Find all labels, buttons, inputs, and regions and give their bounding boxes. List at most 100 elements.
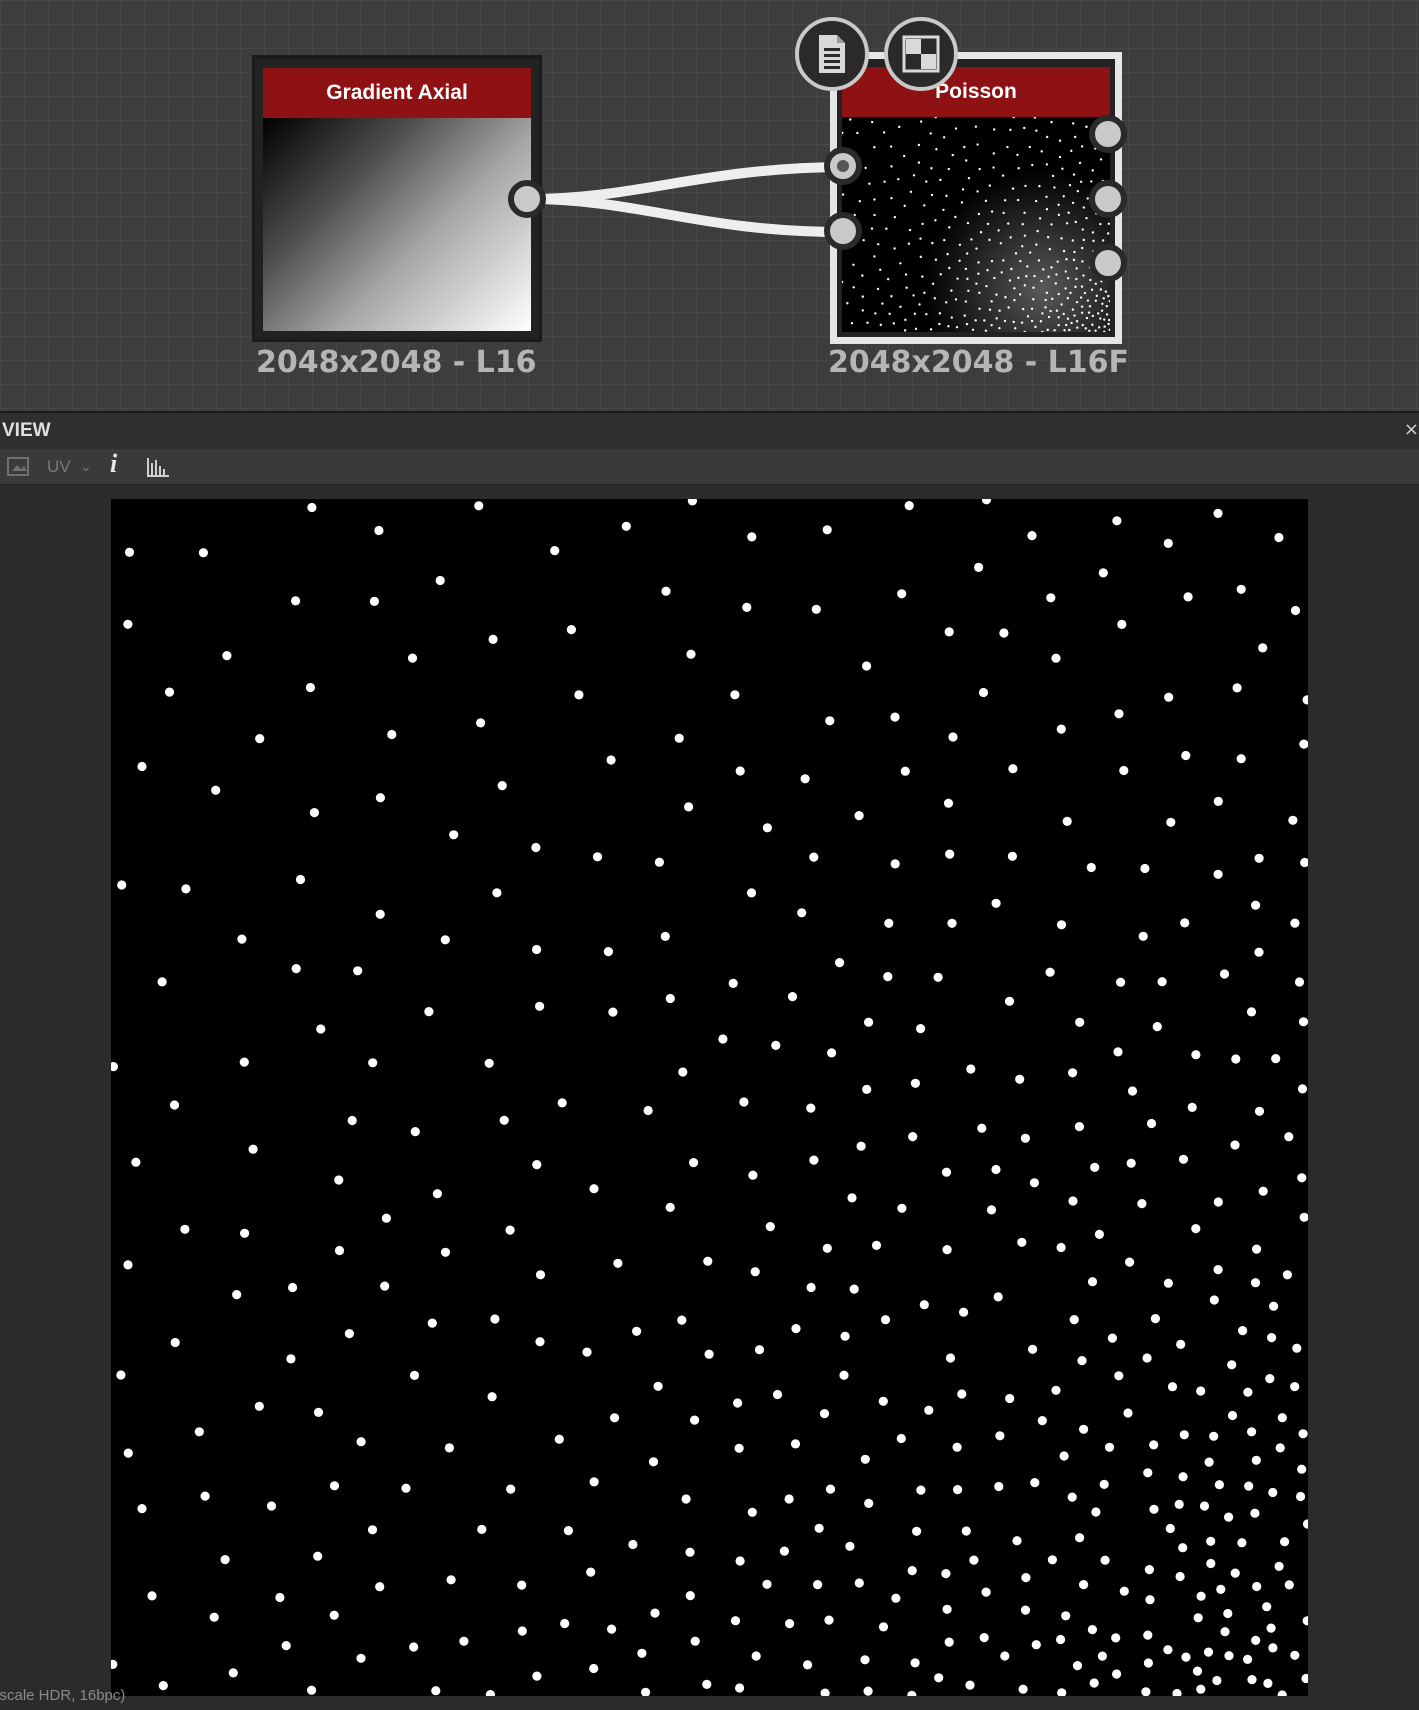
sample-dot bbox=[1247, 1427, 1257, 1437]
sample-dot bbox=[1231, 1054, 1241, 1064]
document-badge[interactable] bbox=[795, 17, 869, 91]
sample-dot bbox=[1152, 1022, 1162, 1032]
sample-dot bbox=[1119, 765, 1129, 776]
sample-dot bbox=[170, 1337, 180, 1348]
sample-dot bbox=[1073, 314, 1076, 317]
sample-dot bbox=[1004, 296, 1007, 299]
info-icon[interactable]: i bbox=[110, 451, 117, 477]
sample-dot bbox=[873, 213, 876, 217]
sample-dot bbox=[1080, 311, 1084, 315]
sample-dot bbox=[1290, 918, 1300, 928]
sample-dot bbox=[1192, 1666, 1203, 1676]
sample-dot bbox=[1238, 1326, 1248, 1336]
sample-dot bbox=[309, 808, 319, 818]
sample-dot bbox=[999, 242, 1003, 245]
sample-dot bbox=[1055, 273, 1058, 276]
sample-dot bbox=[964, 267, 968, 271]
sample-dot bbox=[1213, 1197, 1223, 1207]
sample-dot bbox=[1263, 1678, 1273, 1688]
gradient-axial-node[interactable]: Gradient Axial bbox=[252, 55, 542, 342]
output-port-2[interactable] bbox=[1089, 180, 1127, 218]
sample-dot bbox=[240, 1228, 250, 1238]
poisson-node[interactable]: Poisson bbox=[830, 52, 1122, 344]
chevron-down-icon[interactable]: ⌄ bbox=[80, 455, 92, 479]
sample-dot bbox=[606, 755, 616, 765]
sample-dot bbox=[222, 651, 232, 661]
sample-dot bbox=[1080, 285, 1084, 288]
sample-dot bbox=[974, 319, 977, 322]
sample-dot bbox=[1262, 1602, 1272, 1612]
sample-dot bbox=[1026, 315, 1030, 318]
sample-dot bbox=[1037, 259, 1041, 262]
sample-dot bbox=[164, 687, 175, 697]
uv-dropdown[interactable]: UV bbox=[47, 455, 71, 479]
sample-dot bbox=[367, 1525, 378, 1535]
sample-dot bbox=[995, 293, 998, 296]
sample-dot bbox=[686, 649, 696, 659]
view-mode-icon[interactable] bbox=[6, 455, 32, 479]
sample-dot bbox=[825, 716, 835, 726]
sample-dot bbox=[200, 1491, 210, 1501]
sample-dot bbox=[882, 131, 886, 134]
sample-dot bbox=[1068, 1196, 1078, 1206]
view-toolbar: UV ⌄ i bbox=[0, 449, 1419, 485]
sample-dot bbox=[137, 761, 147, 772]
sample-dot bbox=[1071, 122, 1075, 125]
input-port-2[interactable] bbox=[824, 212, 862, 250]
sample-dot bbox=[864, 1017, 874, 1027]
sample-dot bbox=[1073, 135, 1077, 139]
checker-badge[interactable] bbox=[884, 17, 958, 91]
sample-dot bbox=[1026, 265, 1029, 268]
input-port-1[interactable] bbox=[824, 147, 862, 185]
sample-dot bbox=[1072, 258, 1076, 262]
histogram-icon[interactable] bbox=[145, 455, 171, 479]
sample-dot bbox=[123, 619, 133, 629]
image-viewport[interactable]: yscale HDR, 16bpc) bbox=[0, 485, 1419, 1710]
sample-dot bbox=[1075, 277, 1078, 281]
node-graph[interactable]: Gradient Axial 2048x2048 - L16 Poisson 2… bbox=[0, 0, 1419, 411]
sample-dot bbox=[316, 1024, 326, 1034]
output-port-1[interactable] bbox=[1089, 115, 1127, 153]
sample-dot bbox=[942, 136, 946, 139]
sample-dot bbox=[912, 174, 916, 177]
sample-dot bbox=[409, 1370, 420, 1380]
sample-dot bbox=[586, 1567, 596, 1577]
sample-dot bbox=[1094, 299, 1097, 302]
output-port-3[interactable] bbox=[1089, 244, 1127, 282]
node-thumbnail bbox=[263, 118, 531, 331]
sample-dot bbox=[734, 1443, 744, 1453]
sample-dot bbox=[1081, 228, 1084, 231]
output-port[interactable] bbox=[508, 180, 546, 218]
sample-dot bbox=[1056, 1634, 1066, 1645]
view-panel-header: VIEW × bbox=[0, 411, 1419, 449]
node-resolution-label: 2048x2048 - L16 bbox=[256, 345, 537, 380]
sample-dot bbox=[820, 1688, 830, 1698]
wire-to-poisson-input-2[interactable] bbox=[523, 194, 848, 237]
sample-dot bbox=[1016, 198, 1020, 202]
sample-dot bbox=[291, 596, 301, 606]
sample-dot bbox=[960, 201, 964, 204]
sample-dot bbox=[990, 323, 993, 327]
sample-dot bbox=[1250, 1508, 1260, 1518]
sample-dot bbox=[1230, 1568, 1240, 1578]
sample-dot bbox=[356, 1437, 366, 1447]
sample-dot bbox=[1045, 135, 1049, 139]
sample-dot bbox=[983, 319, 986, 322]
sample-dot bbox=[1090, 1162, 1100, 1172]
sample-dot bbox=[771, 1040, 781, 1050]
sample-dot bbox=[975, 247, 978, 250]
sample-dot bbox=[893, 247, 896, 250]
sample-dot bbox=[974, 125, 978, 128]
sample-dot bbox=[919, 1300, 929, 1310]
wire-to-poisson-input-1[interactable] bbox=[523, 162, 848, 204]
sample-dot bbox=[1065, 258, 1068, 261]
sample-dot bbox=[1021, 307, 1025, 311]
poisson-preview-image[interactable] bbox=[108, 495, 1313, 1700]
sample-dot bbox=[401, 1483, 411, 1493]
close-icon[interactable]: × bbox=[1404, 419, 1419, 440]
sample-dot bbox=[589, 1477, 599, 1487]
sample-dot bbox=[917, 143, 921, 147]
sample-dot bbox=[1145, 1595, 1155, 1605]
sample-dot bbox=[1102, 297, 1105, 300]
sample-dot bbox=[751, 1651, 761, 1661]
